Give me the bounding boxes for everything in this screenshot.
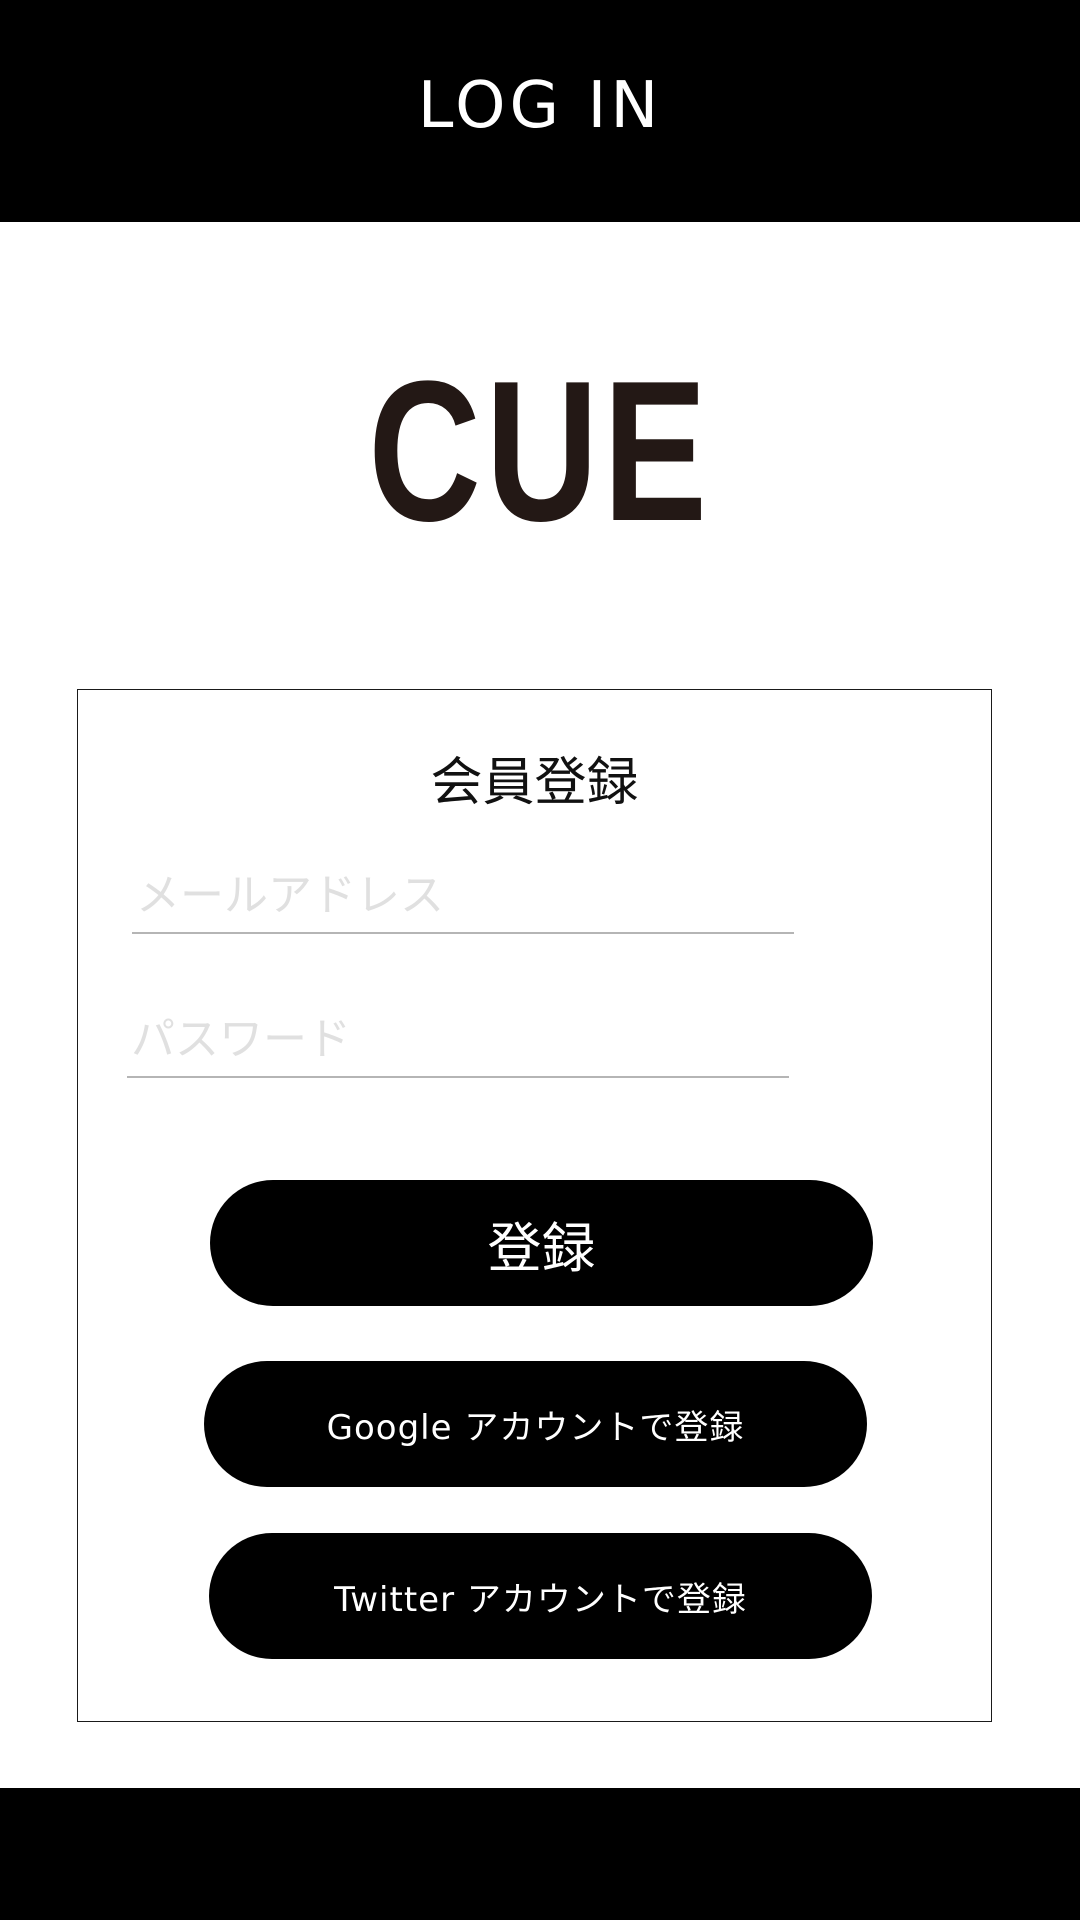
twitter-signup-label: Twitter アカウントで登録 <box>334 1579 747 1620</box>
email-input[interactable] <box>132 864 794 934</box>
signup-page: LOG IN CUE 会員登録 登録 Google アカウントで登録 Twitt… <box>0 0 1080 1920</box>
page-title: LOG IN <box>417 69 663 143</box>
register-button[interactable]: 登録 <box>210 1180 873 1306</box>
app-logo: CUE <box>368 340 712 563</box>
signup-title: 会員登録 <box>430 753 639 813</box>
google-signup-button[interactable]: Google アカウントで登録 <box>204 1361 867 1487</box>
top-bar: LOG IN <box>0 0 1080 222</box>
google-signup-label: Google アカウントで登録 <box>326 1407 745 1448</box>
password-input[interactable] <box>127 1008 789 1078</box>
bottom-bar <box>0 1788 1080 1920</box>
twitter-signup-button[interactable]: Twitter アカウントで登録 <box>209 1533 872 1659</box>
register-button-label: 登録 <box>487 1216 596 1280</box>
